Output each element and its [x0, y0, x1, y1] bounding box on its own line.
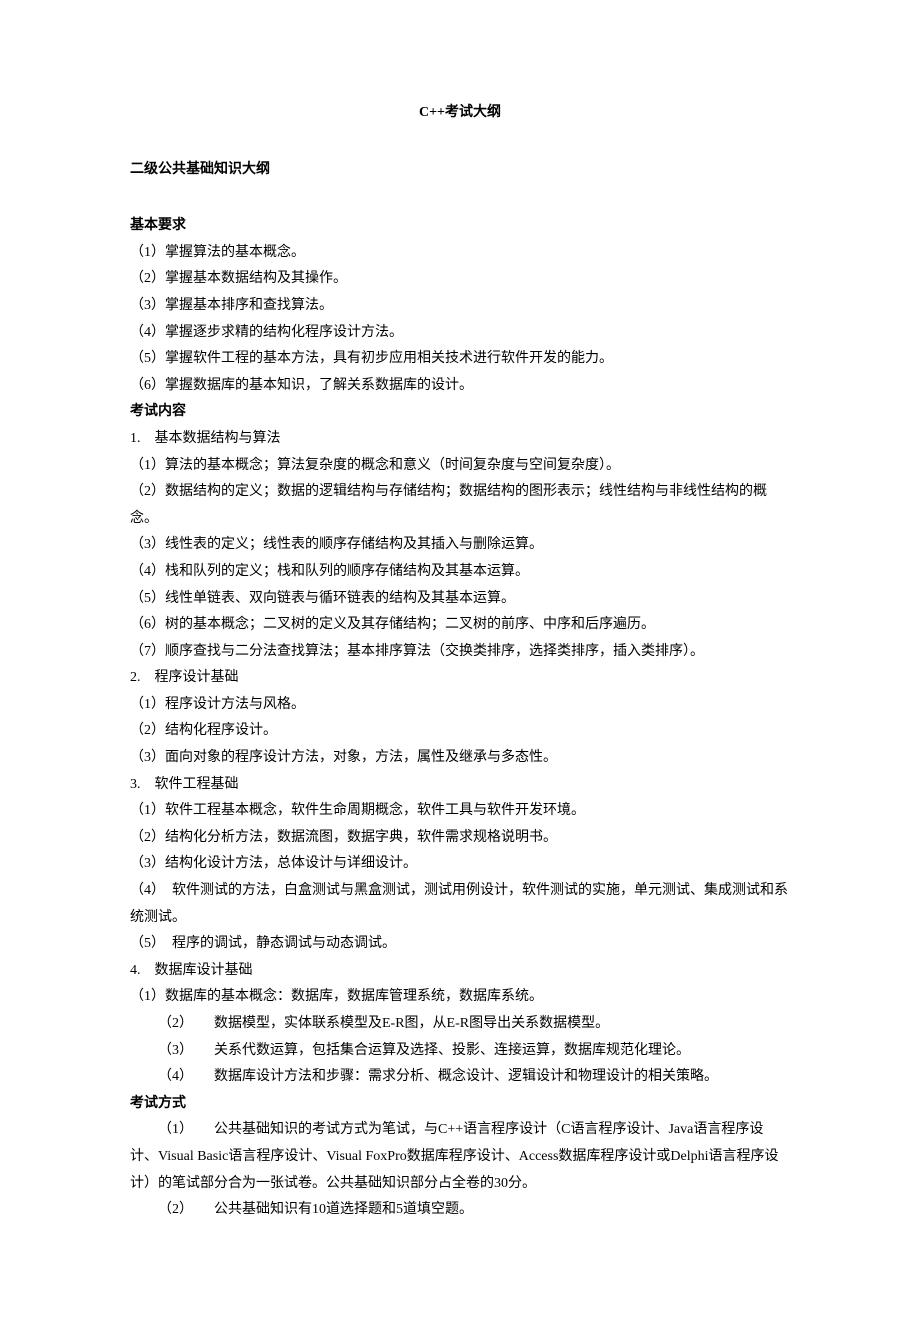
- basic-req-item: （4）掌握逐步求精的结构化程序设计方法。: [130, 320, 790, 347]
- topic-item: （5）线性单链表、双向链表与循环链表的结构及其基本运算。: [130, 586, 790, 613]
- basic-req-item: （1）掌握算法的基本概念。: [130, 240, 790, 267]
- topic-title: 3. 软件工程基础: [130, 772, 790, 799]
- basic-req-item: （2）掌握基本数据结构及其操作。: [130, 266, 790, 293]
- basic-req-heading: 基本要求: [130, 213, 790, 240]
- topic-item: （2）结构化程序设计。: [130, 718, 790, 745]
- exam-method-heading: 考试方式: [130, 1091, 790, 1118]
- basic-req-item: （3）掌握基本排序和查找算法。: [130, 293, 790, 320]
- topic-item: （2） 数据模型，实体联系模型及E-R图，从E-R图导出关系数据模型。: [130, 1011, 790, 1038]
- basic-req-item: （6）掌握数据库的基本知识，了解关系数据库的设计。: [130, 373, 790, 400]
- topic-title: 1. 基本数据结构与算法: [130, 426, 790, 453]
- topic-title: 4. 数据库设计基础: [130, 958, 790, 985]
- topic-item: （2）数据结构的定义；数据的逻辑结构与存储结构；数据结构的图形表示；线性结构与非…: [130, 479, 790, 532]
- topic-item: （4）栈和队列的定义；栈和队列的顺序存储结构及其基本运算。: [130, 559, 790, 586]
- topic-item: （1）软件工程基本概念，软件生命周期概念，软件工具与软件开发环境。: [130, 798, 790, 825]
- topic-item: （3） 关系代数运算，包括集合运算及选择、投影、连接运算，数据库规范化理论。: [130, 1038, 790, 1065]
- exam-method-item: （1） 公共基础知识的考试方式为笔试，与C++语言程序设计（C语言程序设计、Ja…: [130, 1117, 790, 1197]
- topic-item: （4） 软件测试的方法，白盒测试与黑盒测试，测试用例设计，软件测试的实施，单元测…: [130, 878, 790, 931]
- topic-item: （4） 数据库设计方法和步骤：需求分析、概念设计、逻辑设计和物理设计的相关策略。: [130, 1064, 790, 1091]
- topic-item: （6）树的基本概念；二叉树的定义及其存储结构；二叉树的前序、中序和后序遍历。: [130, 612, 790, 639]
- topic-item: （3）面向对象的程序设计方法，对象，方法，属性及继承与多态性。: [130, 745, 790, 772]
- exam-method-item: （2） 公共基础知识有10道选择题和5道填空题。: [130, 1197, 790, 1224]
- topic-item: （1）程序设计方法与风格。: [130, 692, 790, 719]
- topic-item: （3）线性表的定义；线性表的顺序存储结构及其插入与删除运算。: [130, 532, 790, 559]
- topic-item: （5） 程序的调试，静态调试与动态调试。: [130, 931, 790, 958]
- topic-item: （1）算法的基本概念；算法复杂度的概念和意义（时间复杂度与空间复杂度）。: [130, 453, 790, 480]
- topic-item: （1）数据库的基本概念：数据库，数据库管理系统，数据库系统。: [130, 984, 790, 1011]
- topic-item: （7）顺序查找与二分法查找算法；基本排序算法（交换类排序，选择类排序，插入类排序…: [130, 639, 790, 666]
- topic-item: （3）结构化设计方法，总体设计与详细设计。: [130, 851, 790, 878]
- exam-content-heading: 考试内容: [130, 399, 790, 426]
- topic-title: 2. 程序设计基础: [130, 665, 790, 692]
- page-title: C++考试大纲: [130, 100, 790, 127]
- topic-item: （2）结构化分析方法，数据流图，数据字典，软件需求规格说明书。: [130, 825, 790, 852]
- basic-req-item: （5）掌握软件工程的基本方法，具有初步应用相关技术进行软件开发的能力。: [130, 346, 790, 373]
- section-heading-public-basic: 二级公共基础知识大纲: [130, 157, 790, 184]
